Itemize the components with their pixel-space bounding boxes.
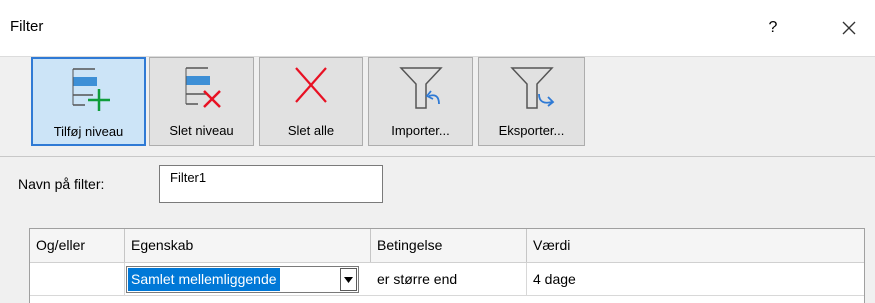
close-icon bbox=[842, 21, 856, 35]
export-button[interactable]: Eksporter... bbox=[478, 57, 585, 146]
filter-import-icon bbox=[398, 67, 443, 109]
cell-and-or[interactable] bbox=[30, 263, 125, 295]
delete-all-button[interactable]: Slet alle bbox=[259, 57, 363, 146]
cell-value[interactable]: 4 dage bbox=[527, 263, 864, 295]
filter-name-input[interactable] bbox=[159, 165, 383, 203]
add-level-button[interactable]: Tilføj niveau bbox=[31, 57, 146, 146]
add-level-icon bbox=[72, 68, 110, 111]
column-header-property[interactable]: Egenskab bbox=[125, 229, 371, 262]
column-header-value[interactable]: Værdi bbox=[527, 229, 864, 262]
export-label: Eksporter... bbox=[498, 123, 565, 138]
import-label: Importer... bbox=[391, 123, 450, 138]
title-bar: Filter ? bbox=[0, 0, 875, 57]
filter-name-label: Navn på filter: bbox=[18, 176, 105, 192]
cell-condition[interactable]: er større end bbox=[371, 263, 527, 295]
import-button[interactable]: Importer... bbox=[368, 57, 473, 146]
property-selected-value: Samlet mellemliggende bbox=[128, 268, 280, 291]
grid-header: Og/eller Egenskab Betingelse Værdi bbox=[30, 229, 864, 263]
column-header-condition[interactable]: Betingelse bbox=[371, 229, 527, 262]
delete-all-icon bbox=[295, 67, 327, 103]
add-level-label: Tilføj niveau bbox=[53, 124, 124, 139]
dropdown-arrow[interactable] bbox=[340, 268, 357, 291]
column-header-and-or[interactable]: Og/eller bbox=[30, 229, 125, 262]
filter-grid: Og/eller Egenskab Betingelse Værdi Samle… bbox=[29, 228, 865, 303]
delete-level-label: Slet niveau bbox=[169, 123, 234, 138]
delete-all-label: Slet alle bbox=[287, 123, 335, 138]
delete-level-icon bbox=[185, 67, 221, 108]
table-row[interactable]: Samlet mellemliggende er større end 4 da… bbox=[30, 263, 864, 296]
chevron-down-icon bbox=[344, 277, 353, 283]
delete-level-button[interactable]: Slet niveau bbox=[149, 57, 254, 146]
help-button[interactable]: ? bbox=[758, 14, 788, 42]
property-dropdown[interactable]: Samlet mellemliggende bbox=[126, 266, 359, 293]
close-button[interactable] bbox=[832, 14, 866, 42]
filter-export-icon bbox=[509, 67, 554, 109]
toolbar: Tilføj niveau Slet niveau Slet alle Impo… bbox=[0, 57, 875, 157]
window-title: Filter bbox=[10, 18, 44, 35]
